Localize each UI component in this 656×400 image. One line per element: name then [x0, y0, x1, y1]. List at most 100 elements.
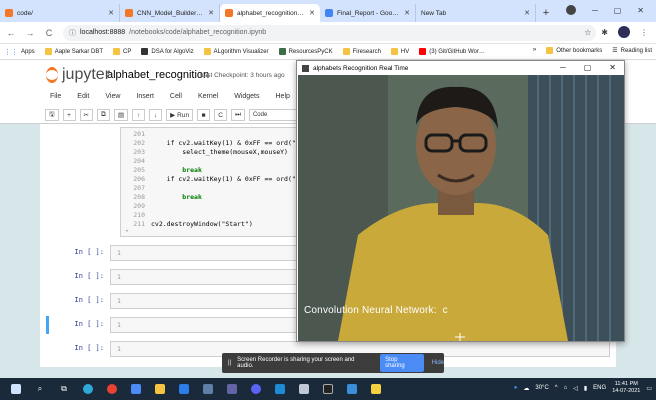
close-tab-icon[interactable]: ✕	[524, 9, 530, 17]
bookmark-apps[interactable]: ⋮⋮ Apps	[4, 48, 35, 56]
save-button[interactable]: 🖫	[45, 109, 59, 121]
minimize-icon[interactable]: ─	[560, 63, 566, 72]
bookmark-other[interactable]: Other bookmarks	[546, 47, 602, 54]
menu-kernel[interactable]: Kernel	[198, 93, 218, 100]
menu-dots-icon[interactable]: ⋮	[640, 28, 648, 37]
mail-icon[interactable]	[176, 381, 192, 397]
pen-icon[interactable]	[128, 381, 144, 397]
chevron-up-icon[interactable]: ^	[555, 385, 558, 391]
clock[interactable]: 11:41 PM 14-07-2021	[612, 381, 640, 395]
store-icon[interactable]	[344, 381, 360, 397]
star-icon[interactable]: ☆	[584, 28, 591, 37]
keyboard-language[interactable]: ENG	[593, 385, 606, 391]
minimize-icon[interactable]: ─	[592, 6, 598, 15]
bookmark-aaple-sarkar[interactable]: Aaple Sarkar DBT	[44, 48, 103, 55]
move-up-button[interactable]: ↑	[132, 109, 146, 121]
python-icon[interactable]	[368, 381, 384, 397]
maximize-icon[interactable]: ▢	[614, 6, 622, 15]
video-window[interactable]: alphabets Recognition Real Time ─ ▢ ✕ Co…	[296, 60, 625, 342]
bookmark-firesearch[interactable]: Firesearch	[342, 48, 381, 55]
clock-date: 14-07-2021	[612, 388, 641, 394]
folder-icon	[390, 48, 398, 55]
browser-tab-alphabet-recognition[interactable]: alphabet_recognition - Ju… ✕	[220, 4, 320, 22]
bookmark-resourcespyck[interactable]: ResourcesPyCK	[278, 48, 333, 55]
menu-cell[interactable]: Cell	[170, 93, 182, 100]
close-tab-icon[interactable]: ✕	[404, 9, 410, 17]
scissors-icon: ✂	[83, 112, 89, 119]
weather-temp[interactable]: 30°C	[535, 385, 548, 391]
jupyter-logo[interactable]: jupyter	[46, 66, 110, 84]
system-tray: ● ☁ 30°C ^ ⌂ ◁ ▮ ENG 11:41 PM 14-07-2021…	[514, 381, 652, 395]
close-tab-icon[interactable]: ✕	[309, 9, 315, 17]
bookmark-dsa-algoviz[interactable]: DSA for AlgoViz	[141, 48, 194, 55]
maximize-icon[interactable]: ▢	[584, 63, 592, 72]
photos-icon[interactable]	[296, 381, 312, 397]
notifications-icon[interactable]: ▭	[646, 385, 652, 392]
browser-tab-new-tab[interactable]: New Tab ✕	[416, 4, 536, 22]
window-controls: ─ ▢ ✕	[566, 0, 656, 20]
back-arrow-icon[interactable]: ←	[6, 28, 16, 38]
bookmark-algorithm-visualizer[interactable]: ALgorithm Visualizer	[203, 48, 269, 55]
copy-button[interactable]: ⧉	[97, 109, 110, 121]
close-tab-icon[interactable]: ✕	[108, 9, 114, 17]
new-tab-button[interactable]: +	[536, 4, 556, 22]
reload-icon[interactable]: C	[44, 28, 54, 38]
jupyter-favicon-icon	[225, 9, 233, 17]
terminal-icon[interactable]	[320, 381, 336, 397]
restart-run-all-button[interactable]: ⏭	[231, 109, 245, 121]
edge-icon[interactable]	[80, 381, 96, 397]
menu-help[interactable]: Help	[276, 93, 290, 100]
teams-icon[interactable]	[224, 381, 240, 397]
arrow-up-icon: ↑	[137, 111, 141, 119]
tab-label: CNN_Model_Builder - Ju…	[137, 9, 204, 17]
browser-tab-code[interactable]: code/ ✕	[0, 4, 120, 22]
browser-tab-final-report[interactable]: Final_Report - Google Do… ✕	[320, 4, 416, 22]
extensions-icon[interactable]: ✱	[601, 28, 608, 37]
forward-arrow-icon[interactable]: →	[25, 28, 35, 38]
bookmark-reading-list[interactable]: ☰ Reading list	[612, 47, 652, 55]
notebook-name[interactable]: alphabet_recognition	[107, 69, 209, 81]
menu-file[interactable]: File	[50, 93, 61, 100]
hide-button[interactable]: Hide	[432, 360, 444, 366]
browser-tab-cnn-model-builder[interactable]: CNN_Model_Builder - Ju… ✕	[120, 4, 220, 22]
profile-icon[interactable]	[566, 5, 577, 15]
menu-widgets[interactable]: Widgets	[234, 93, 259, 100]
file-explorer-icon[interactable]	[152, 381, 168, 397]
close-tab-icon[interactable]: ✕	[208, 9, 214, 17]
help-icon[interactable]: ●	[514, 385, 518, 391]
start-windows-icon[interactable]	[8, 381, 24, 397]
paste-button[interactable]: ▤	[114, 109, 129, 121]
scroll-left-icon[interactable]: ◂	[125, 228, 128, 234]
bookmark-hv[interactable]: HV	[390, 48, 409, 55]
run-button[interactable]: ▶ Run	[166, 109, 194, 121]
volume-icon[interactable]: ◁	[573, 385, 578, 392]
avatar[interactable]	[618, 26, 630, 38]
bookmark-cp[interactable]: CP	[113, 48, 131, 55]
insert-cell-button[interactable]: +	[62, 109, 76, 121]
restart-button[interactable]: C	[214, 109, 228, 121]
calculator-icon[interactable]	[200, 381, 216, 397]
menu-insert[interactable]: Insert	[136, 93, 154, 100]
task-view-icon[interactable]: ⧉	[56, 381, 72, 397]
bookmarks-right: » Other bookmarks ☰ Reading list	[533, 47, 652, 54]
battery-icon[interactable]: ▮	[584, 385, 587, 392]
menu-edit[interactable]: Edit	[77, 93, 89, 100]
vscode-icon[interactable]	[272, 381, 288, 397]
stop-sharing-button[interactable]: Stop sharing	[380, 354, 424, 372]
bookmark-git-github[interactable]: (3) Git/GitHub Wor…	[419, 48, 485, 55]
discord-icon[interactable]	[248, 381, 264, 397]
code-line: 201	[133, 130, 145, 138]
code-line: 206 if cv2.waitKey(1) & 0xFF == ord("q")…	[133, 175, 312, 183]
url-input[interactable]: ⓘ localhost:8888/notebooks/code/alphabet…	[63, 24, 596, 41]
search-icon[interactable]: ⌕	[32, 381, 48, 397]
info-icon[interactable]: ⓘ	[69, 28, 76, 38]
network-icon[interactable]: ⌂	[564, 385, 568, 391]
chrome-icon[interactable]	[104, 381, 120, 397]
interrupt-button[interactable]: ■	[197, 109, 211, 121]
close-window-icon[interactable]: ✕	[637, 6, 644, 15]
close-window-icon[interactable]: ✕	[609, 63, 616, 72]
more-bookmarks-button[interactable]: »	[533, 47, 536, 54]
move-down-button[interactable]: ↓	[149, 109, 163, 121]
cut-button[interactable]: ✂	[79, 109, 93, 121]
menu-view[interactable]: View	[105, 93, 120, 100]
